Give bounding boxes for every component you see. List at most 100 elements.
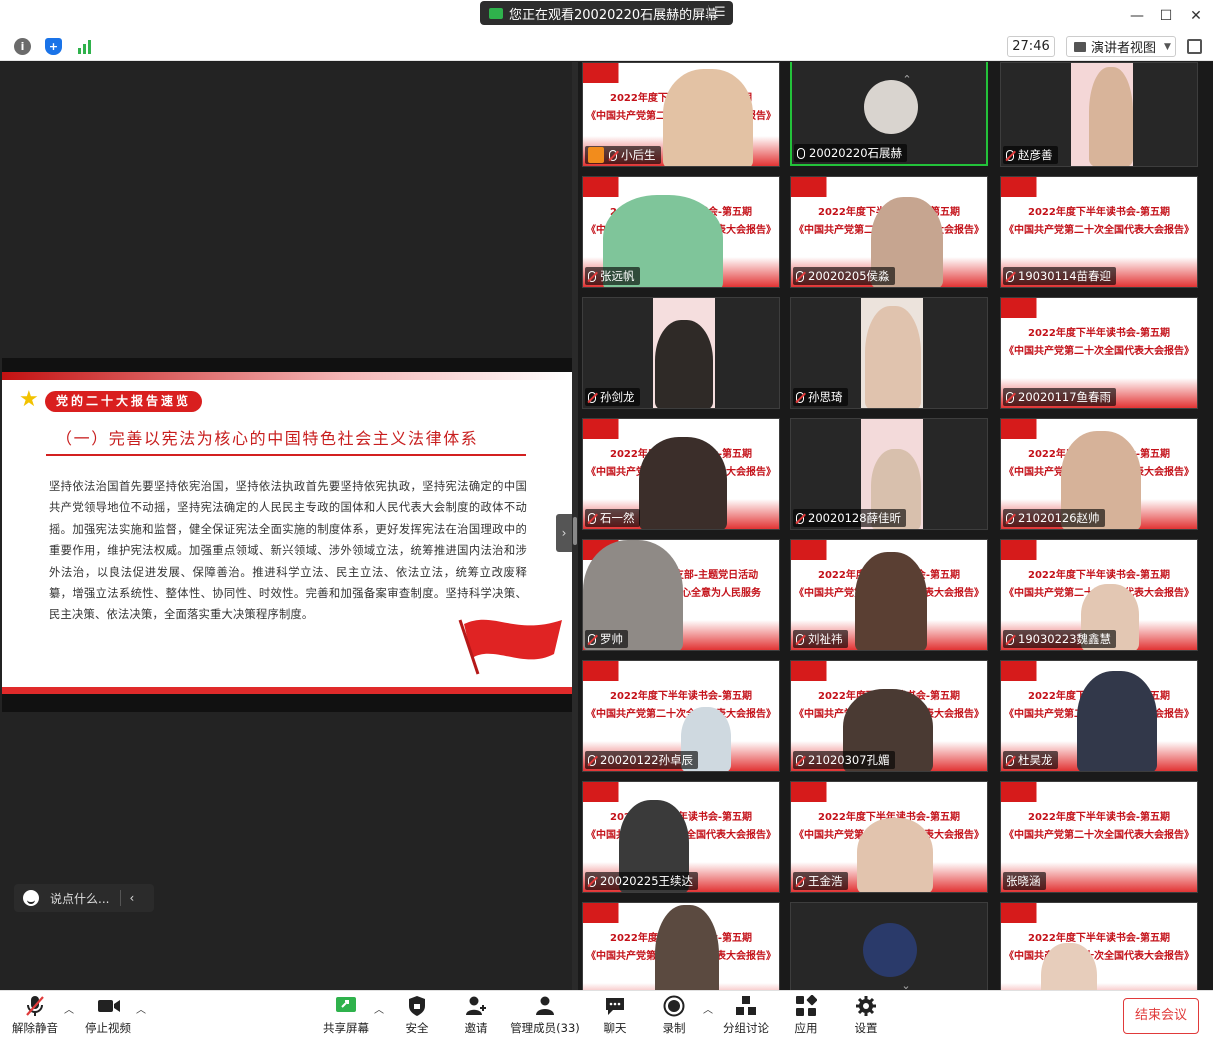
poster-line2: 《中国共产党第二十次全国代表大会报告》 bbox=[1004, 225, 1194, 236]
collapse-gallery-button[interactable]: › bbox=[556, 514, 572, 552]
poster-background: 2022年度下半年读书会-第五期 《中国共产党第二十次全国代表大会报告》 bbox=[1001, 903, 1197, 990]
resize-handle[interactable] bbox=[573, 517, 577, 545]
muted-mic-icon bbox=[1006, 270, 1014, 282]
participant-tile[interactable]: 2022年度下半年读书会-第五期 《中国共产党第二十次全国代表大会报告》 石一然 bbox=[582, 418, 780, 530]
quick-chat-box[interactable]: 说点什么... ‹ bbox=[14, 884, 154, 912]
muted-mic-icon bbox=[1006, 633, 1014, 645]
chevron-down-icon[interactable]: ⌄ bbox=[898, 980, 914, 990]
participant-tile[interactable]: 2022年度下半年读书会-第五期 《中国共产党第二十次全国代表大会报告》 刘祉祎 bbox=[790, 539, 988, 651]
participant-face bbox=[655, 320, 713, 408]
muted-mic-icon bbox=[588, 633, 596, 645]
participant-tile[interactable]: 2022年度下半年读书会-第五期 《中国共产党第二十次全国代表大会报告》 杜昊龙 bbox=[1000, 660, 1198, 772]
participant-tile[interactable]: ⌄ bbox=[790, 902, 988, 990]
participant-gallery[interactable]: 2022年度下半年读书会-第五期 《中国共产党第二十次全国代表大会报告》 小后生… bbox=[578, 62, 1213, 990]
security-shield-icon[interactable]: + bbox=[45, 38, 62, 55]
chevron-left-icon[interactable]: ‹ bbox=[129, 891, 134, 905]
chevron-up-icon[interactable]: ︿ bbox=[136, 1001, 146, 1016]
participant-name-tag: 20020205侯淼 bbox=[793, 267, 895, 285]
chat-button[interactable]: 聊天 bbox=[600, 995, 630, 1037]
participant-tile[interactable]: 2022年度下半年读书会-第五期 《中国共产党第二十次全国代表大会报告》 210… bbox=[790, 660, 988, 772]
end-meeting-button[interactable]: 结束会议 bbox=[1123, 998, 1199, 1034]
participant-name: 张晓涵 bbox=[1006, 874, 1041, 888]
muted-mic-icon bbox=[796, 875, 804, 887]
breakout-rooms-button[interactable]: 分组讨论 bbox=[722, 995, 770, 1037]
participant-name-tag: 20020128薛佳昕 bbox=[793, 509, 907, 527]
settings-button[interactable]: 设置 bbox=[851, 995, 881, 1037]
stop-video-button[interactable]: 停止视频 bbox=[84, 995, 132, 1037]
chevron-up-icon[interactable]: ︿ bbox=[703, 1001, 713, 1016]
network-signal-icon[interactable] bbox=[76, 38, 93, 55]
chat-placeholder[interactable]: 说点什么... bbox=[50, 890, 109, 907]
participant-tile[interactable]: 2022年度下半年读书会-第五期 《中国共产党第二十次全国代表大会报告》 190… bbox=[1000, 539, 1198, 651]
muted-mic-icon bbox=[1006, 512, 1014, 524]
avatar bbox=[864, 80, 918, 134]
poster-line1: 2022年度下半年读书会-第五期 bbox=[1028, 812, 1170, 823]
participant-name-tag: 石一然 bbox=[585, 509, 640, 527]
slide-title: （一）完善以宪法为核心的中国特色社会主义法律体系 bbox=[56, 429, 479, 448]
members-icon bbox=[534, 995, 556, 1017]
apps-button[interactable]: 应用 bbox=[791, 994, 821, 1037]
participant-tile[interactable]: 2022年度下半年读书会-第五期 《中国共产党第二十次全国代表大会报告》 210… bbox=[1000, 418, 1198, 530]
info-icon[interactable]: i bbox=[14, 38, 31, 55]
participant-tile[interactable]: 2022年度下半年读书会-第五期 《中国共产党第二十次全国代表大会报告》 200… bbox=[582, 660, 780, 772]
maximize-icon[interactable]: ☐ bbox=[1156, 6, 1176, 26]
participant-name-tag: 20020225王续达 bbox=[585, 872, 699, 890]
view-options-icon[interactable]: ☰ bbox=[714, 5, 726, 20]
participant-name-tag: 21020126赵帅 bbox=[1003, 509, 1105, 527]
participant-name: 张远帆 bbox=[600, 269, 635, 283]
participant-tile[interactable]: 2022年度下半年读书会-第五期 《中国共产党第二十次全国代表大会报告》 张晓涵 bbox=[1000, 781, 1198, 893]
poster-line1: 2022年度下半年读书会-第五期 bbox=[1028, 207, 1170, 218]
speaker-view-button[interactable]: 演讲者视图 ▼ bbox=[1066, 36, 1176, 57]
chevron-up-icon[interactable]: ︿ bbox=[64, 1001, 74, 1016]
participant-tile[interactable]: 2022年度下半年读书会-第五期 《中国共产党第二十次全国代表大会报告》 王金浩 bbox=[790, 781, 988, 893]
invite-button[interactable]: 邀请 bbox=[461, 995, 491, 1037]
participant-face bbox=[1089, 67, 1133, 166]
share-screen-icon bbox=[335, 995, 357, 1017]
participant-name-tag: 20020220石展赫 bbox=[794, 144, 908, 162]
chevron-up-icon[interactable]: ︿ bbox=[374, 1001, 384, 1016]
participant-tile[interactable]: 20020128薛佳昕 bbox=[790, 418, 988, 530]
participant-tile-active-speaker[interactable]: ⌃ 20020220石展赫 bbox=[790, 62, 988, 166]
poster-line1: 2022年度下半年读书会-第五期 bbox=[1028, 933, 1170, 944]
fullscreen-icon[interactable] bbox=[1187, 39, 1202, 54]
poster-line2: 《中国共产党第二十次全国代表大会报告》 bbox=[586, 709, 776, 720]
meeting-timer: 27:46 bbox=[1007, 36, 1055, 57]
emoji-icon[interactable] bbox=[23, 890, 39, 906]
participant-tile[interactable]: 2022年度下半年读书会-第五期 《中国共产党第二十次全国代表大会报告》 张远帆 bbox=[582, 176, 780, 288]
muted-mic-icon bbox=[796, 391, 804, 403]
manage-members-label: 管理成员(33) bbox=[510, 1021, 580, 1035]
participant-tile[interactable]: 孙思琦 bbox=[790, 297, 988, 409]
participant-name: 20020122孙卓辰 bbox=[600, 753, 694, 767]
participant-tile[interactable]: 学生党支部-主题党日活动 心全意为人民服务 罗帅 bbox=[582, 539, 780, 651]
close-icon[interactable]: ✕ bbox=[1186, 6, 1206, 26]
participant-name-tag: 杜昊龙 bbox=[1003, 751, 1058, 769]
participant-tile[interactable]: 2022年度下半年读书会-第五期 《中国共产党第二十次全国代表大会报告》 200… bbox=[582, 781, 780, 893]
screen-share-icon bbox=[489, 7, 503, 19]
participant-tile[interactable]: 2022年度下半年读书会-第五期 《中国共产党第二十次全国代表大会报告》 200… bbox=[1000, 297, 1198, 409]
viewing-share-indicator[interactable]: 您正在观看20020220石展赫的屏幕 ☰ bbox=[480, 1, 733, 25]
poster-line1: 2022年度下半年读书会-第五期 bbox=[1028, 570, 1170, 581]
record-button[interactable]: 录制 bbox=[659, 995, 689, 1037]
participant-name-tag: 刘祉祎 bbox=[793, 630, 848, 648]
security-label: 安全 bbox=[405, 1021, 429, 1035]
participant-tile[interactable]: 2022年度下半年读书会-第五期 《中国共产党第二十次全国代表大会报告》 bbox=[582, 902, 780, 990]
unmute-button[interactable]: 解除静音 bbox=[12, 995, 58, 1037]
chevron-up-icon[interactable]: ⌃ bbox=[899, 74, 915, 85]
manage-members-button[interactable]: 管理成员(33) bbox=[510, 995, 580, 1037]
minimize-icon[interactable]: — bbox=[1127, 6, 1147, 26]
share-screen-button[interactable]: 共享屏幕 bbox=[322, 995, 370, 1037]
participant-tile[interactable]: 孙剑龙 bbox=[582, 297, 780, 409]
slide-top-stripe bbox=[2, 372, 572, 380]
participant-tile[interactable]: 赵彦善 bbox=[1000, 62, 1198, 167]
chat-label: 聊天 bbox=[603, 1021, 627, 1035]
participant-tile[interactable]: 2022年度下半年读书会-第五期 《中国共产党第二十次全国代表大会报告》 bbox=[1000, 902, 1198, 990]
participant-tile[interactable]: 2022年度下半年读书会-第五期 《中国共产党第二十次全国代表大会报告》 190… bbox=[1000, 176, 1198, 288]
meeting-toolbar: i + 27:46 演讲者视图 ▼ bbox=[0, 32, 1213, 61]
slide-body-text: 坚持依法治国首先要坚持依宪治国，坚持依法执政首先要坚持依宪执政，坚持宪法确定的中… bbox=[49, 480, 527, 622]
participant-tile[interactable]: 2022年度下半年读书会-第五期 《中国共产党第二十次全国代表大会报告》 小后生 bbox=[582, 62, 780, 167]
muted-mic-icon bbox=[588, 754, 596, 766]
muted-mic-icon bbox=[609, 149, 617, 161]
security-button[interactable]: 安全 bbox=[402, 995, 432, 1037]
participant-video bbox=[639, 437, 727, 529]
participant-tile[interactable]: 2022年度下半年读书会-第五期 《中国共产党第二十次全国代表大会报告》 200… bbox=[790, 176, 988, 288]
